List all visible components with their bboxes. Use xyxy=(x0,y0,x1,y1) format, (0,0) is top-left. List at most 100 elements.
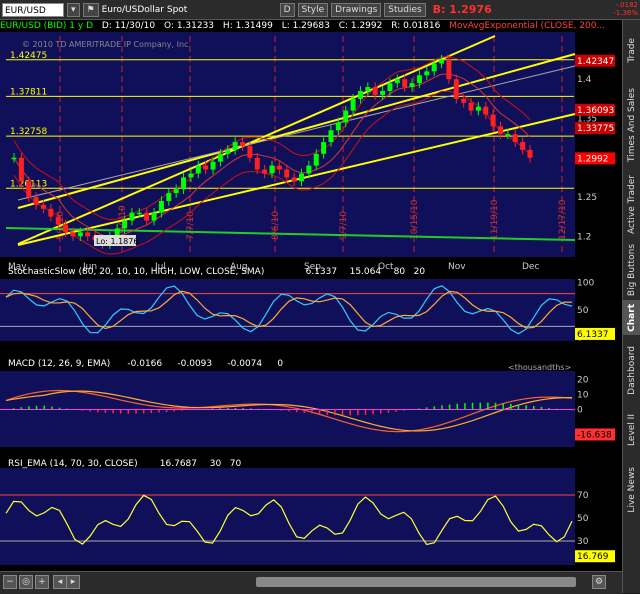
candle-body xyxy=(254,157,260,170)
y-tick-label: 1.4 xyxy=(577,75,592,85)
candle-body xyxy=(402,79,408,88)
candle-body xyxy=(416,75,422,84)
price-tag-label: 1.33775 xyxy=(577,124,614,134)
tab-chart[interactable]: Chart xyxy=(623,300,640,335)
timeframe-button[interactable]: D xyxy=(279,2,295,17)
candle-body xyxy=(63,224,69,233)
candle-body xyxy=(446,59,452,80)
y-tick-label: 20 xyxy=(577,376,589,386)
open-value: O: 1.31233 xyxy=(164,21,215,31)
scrollbar-thumb[interactable] xyxy=(256,577,576,587)
style-button[interactable]: Style xyxy=(297,2,329,17)
symbol-dropdown-button[interactable]: ▾ xyxy=(67,2,80,17)
candle-body xyxy=(55,216,61,225)
zoom-in-icon[interactable]: + xyxy=(35,575,49,589)
candle-body xyxy=(48,208,54,217)
candle-body xyxy=(11,157,17,160)
vertical-marker-label: 12/17/10 xyxy=(558,199,568,240)
candle-body xyxy=(298,173,304,182)
macd-unit-note: <thousandths> xyxy=(508,363,571,372)
candle-body xyxy=(468,102,474,111)
candle-body xyxy=(350,98,356,111)
indicator-value: 15.064 xyxy=(350,267,382,277)
date-value: D: 11/30/10 xyxy=(101,21,156,31)
candle-body xyxy=(77,232,83,237)
y-tick-label: 50 xyxy=(577,306,589,316)
indicator-value: -0.0074 xyxy=(227,359,262,369)
candle-body xyxy=(306,165,312,174)
candle-body xyxy=(151,212,157,221)
study-label: MovAvgExponential (CLOSE, 200... xyxy=(449,21,606,31)
candle-body xyxy=(33,197,39,205)
y-tick-label: 30 xyxy=(577,537,589,547)
high-value: H: 1.31499 xyxy=(222,21,273,31)
last-value-label: 16.769 xyxy=(577,552,609,562)
candle-body xyxy=(409,83,415,88)
candle-body xyxy=(181,177,187,190)
indicator-title: RSI_EMA (14, 70, 30, CLOSE) xyxy=(8,459,138,469)
candle-body xyxy=(203,165,209,170)
candle-body xyxy=(217,153,223,162)
indicator-value: -0.0093 xyxy=(177,359,212,369)
candle-body xyxy=(313,153,319,166)
candle-body xyxy=(40,204,46,209)
price-change: -.0182 -1.36% xyxy=(613,1,638,17)
symbol-input[interactable]: EUR/USD xyxy=(2,2,64,17)
tab-active-trader[interactable]: Active Trader xyxy=(623,170,640,240)
indicator-value: -0.0166 xyxy=(127,359,162,369)
scroll-left-icon[interactable]: ◂ xyxy=(53,575,67,589)
candle-body xyxy=(498,126,504,135)
y-tick-label: 0 xyxy=(577,406,583,416)
chart-area[interactable]: © 2010 TD AMERITRADE IP Company, Inc. 5/… xyxy=(0,32,622,571)
candle-body xyxy=(122,220,128,229)
indicator-value: 0 xyxy=(277,359,283,369)
tab-trade[interactable]: Trade xyxy=(623,20,640,80)
candle-body xyxy=(136,212,142,215)
range-value: R: 0.01816 xyxy=(391,21,441,31)
candle-body xyxy=(439,59,445,64)
studies-button[interactable]: Studies xyxy=(384,2,426,17)
candle-body xyxy=(335,122,341,131)
candle-body xyxy=(505,134,511,136)
candle-body xyxy=(343,110,349,123)
indicator-value: 80 xyxy=(394,267,406,277)
symbol-description: Euro/USDollar Spot xyxy=(101,4,188,15)
tab-big-buttons[interactable]: Big Buttons xyxy=(623,240,640,300)
candle-body xyxy=(166,193,172,201)
vertical-marker-label: 8/6/10 xyxy=(271,211,281,240)
y-tick-label: 50 xyxy=(577,514,589,524)
zoom-out-icon[interactable]: − xyxy=(3,575,17,589)
candle-body xyxy=(475,106,481,111)
magnify-icon[interactable]: ◎ xyxy=(19,575,33,589)
tab-level-ii[interactable]: Level II xyxy=(623,405,640,455)
y-tick-label: 1.2 xyxy=(577,232,591,242)
candle-body xyxy=(70,232,76,237)
candle-body xyxy=(431,63,437,72)
candle-body xyxy=(232,142,238,150)
drawings-button[interactable]: Drawings xyxy=(331,2,382,17)
candle-body xyxy=(453,79,459,99)
candle-body xyxy=(394,79,400,84)
y-tick-label: 1.25 xyxy=(577,193,597,203)
tab-dashboard[interactable]: Dashboard xyxy=(623,335,640,405)
chart-scrollbar[interactable]: − ◎ + ◂ ▸ ⚙ xyxy=(0,571,622,594)
tab-times-and-sales[interactable]: Times And Sales xyxy=(623,80,640,170)
candle-body xyxy=(129,212,135,221)
tab-live-news[interactable]: Live News xyxy=(623,455,640,525)
candle-body xyxy=(461,98,467,103)
x-tick-label: Dec xyxy=(522,262,539,272)
x-tick-label: Nov xyxy=(448,262,466,272)
candle-body xyxy=(262,169,268,174)
candle-body xyxy=(372,87,378,95)
scroll-right-icon[interactable]: ▸ xyxy=(66,575,80,589)
candle-body xyxy=(188,173,194,178)
settings-icon[interactable]: ⚙ xyxy=(592,575,606,589)
y-tick-label: 70 xyxy=(577,491,589,501)
low-value: L: 1.29683 xyxy=(281,21,330,31)
flag-icon[interactable]: ⚑ xyxy=(82,2,99,17)
horizontal-level-label: 1.32758 xyxy=(10,127,47,137)
candle-body xyxy=(483,106,489,115)
candle-body xyxy=(210,161,216,170)
candle-body xyxy=(357,90,363,99)
candle-body xyxy=(85,232,91,237)
